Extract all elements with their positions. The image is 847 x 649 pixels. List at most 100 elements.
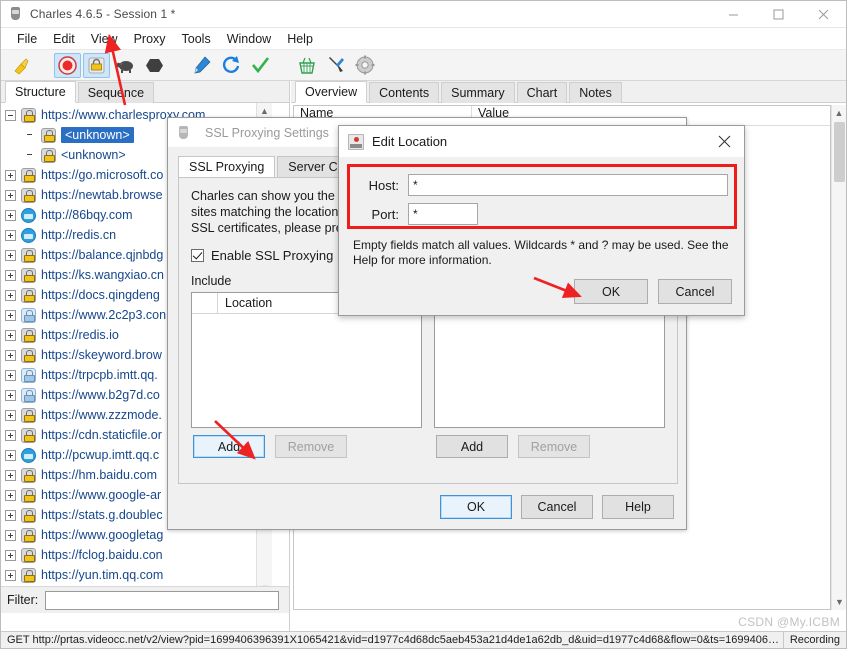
menu-help[interactable]: Help	[279, 30, 321, 48]
tree-item[interactable]: https://yun.tim.qq.com	[1, 565, 273, 585]
compose-pen-icon[interactable]	[188, 53, 215, 78]
exclude-buttons: Add Remove	[434, 435, 665, 458]
exclude-add-button[interactable]: Add	[436, 435, 508, 458]
tree-item-label: https://docs.qingdeng	[41, 288, 160, 302]
tree-item-label: https://go.microsoft.co	[41, 168, 164, 182]
expand-icon[interactable]	[5, 569, 16, 581]
ssl-proxying-icon[interactable]	[83, 52, 110, 78]
edit-cancel-button[interactable]: Cancel	[658, 279, 732, 304]
edit-location-dialog: Edit Location Host: * Port: * Empty fiel…	[338, 125, 745, 316]
tree-item-label: http://pcwup.imtt.qq.c	[41, 448, 160, 462]
expand-icon[interactable]	[5, 229, 16, 241]
include-buttons: Add Remove	[191, 435, 422, 458]
lock-icon	[21, 567, 36, 583]
lock-icon	[21, 547, 36, 563]
minimize-icon[interactable]	[711, 1, 756, 28]
expand-icon[interactable]	[5, 349, 16, 361]
menu-tools[interactable]: Tools	[174, 30, 219, 48]
tab-sequence[interactable]: Sequence	[77, 82, 155, 103]
tab-overview[interactable]: Overview	[295, 81, 368, 103]
edit-ok-button[interactable]: OK	[574, 279, 648, 304]
tree-item[interactable]: https://fclog.baidu.con	[1, 545, 273, 565]
expand-icon[interactable]	[5, 269, 16, 281]
overview-scroll-thumb[interactable]	[834, 122, 845, 182]
host-field-row: Host: *	[353, 174, 728, 196]
tree-item-label: https://www.b2g7d.co	[41, 388, 160, 402]
close-icon[interactable]	[801, 1, 846, 28]
expand-icon[interactable]	[5, 429, 16, 441]
host-input[interactable]: *	[408, 174, 728, 196]
tab-ssl-proxying[interactable]: SSL Proxying	[178, 156, 276, 177]
collapse-icon[interactable]	[5, 109, 16, 121]
expand-icon[interactable]	[5, 329, 16, 341]
lock-icon	[21, 367, 36, 383]
settings-gear-icon[interactable]	[351, 53, 378, 78]
tree-item-label: https://www.googletag	[41, 528, 164, 542]
overview-scroll-up-icon[interactable]: ▲	[832, 105, 846, 121]
edit-dialog-title: Edit Location	[372, 134, 448, 149]
tree-item-label: https://fclog.baidu.con	[41, 548, 163, 562]
stop-hexagon-icon[interactable]	[141, 53, 168, 78]
overview-scroll-down-icon[interactable]: ▼	[832, 594, 846, 610]
expand-icon[interactable]	[5, 249, 16, 261]
tree-item-label: <unknown>	[61, 127, 134, 143]
charles-vase-icon	[176, 125, 192, 141]
expand-icon[interactable]	[5, 169, 16, 181]
expand-icon[interactable]	[5, 489, 16, 501]
expand-icon[interactable]	[5, 549, 16, 561]
throttle-turtle-icon[interactable]	[112, 53, 139, 78]
expand-icon[interactable]	[5, 409, 16, 421]
expand-icon[interactable]	[5, 369, 16, 381]
expand-icon[interactable]	[5, 309, 16, 321]
tree-item-label: https://www.zzzmode.	[41, 408, 162, 422]
expand-icon[interactable]	[5, 529, 16, 541]
tree-item-label: https://yun.tim.qq.com	[41, 568, 164, 582]
tools-icon[interactable]	[322, 53, 349, 78]
ssl-dialog-footer: OK Cancel Help	[440, 495, 674, 519]
charles-vase-icon	[8, 6, 24, 22]
ssl-dialog-title: SSL Proxying Settings	[205, 125, 329, 140]
repeat-refresh-icon[interactable]	[217, 53, 244, 78]
menu-window[interactable]: Window	[219, 30, 279, 48]
expand-icon[interactable]	[5, 449, 16, 461]
expand-icon[interactable]	[5, 509, 16, 521]
tab-notes[interactable]: Notes	[569, 82, 622, 103]
record-icon[interactable]	[54, 52, 81, 78]
tab-chart[interactable]: Chart	[516, 82, 568, 103]
maximize-icon[interactable]	[756, 1, 801, 28]
include-remove-button: Remove	[275, 435, 347, 458]
lock-icon	[21, 167, 36, 183]
expand-icon[interactable]	[5, 209, 16, 221]
edit-dialog-title-bar: Edit Location	[339, 126, 744, 157]
ssl-ok-button[interactable]: OK	[440, 495, 512, 519]
tab-structure[interactable]: Structure	[5, 81, 76, 103]
expand-icon[interactable]	[5, 189, 16, 201]
menu-edit[interactable]: Edit	[45, 30, 83, 48]
validate-check-icon[interactable]	[246, 53, 273, 78]
ssl-help-button[interactable]: Help	[602, 495, 674, 519]
tab-contents[interactable]: Contents	[369, 82, 440, 103]
edit-dialog-footer: OK Cancel	[574, 279, 732, 304]
expand-icon[interactable]	[5, 389, 16, 401]
menu-view[interactable]: View	[83, 30, 126, 48]
close-icon[interactable]	[704, 126, 744, 157]
port-input[interactable]: *	[408, 203, 478, 225]
clear-broom-icon[interactable]	[7, 53, 34, 78]
include-location-column-header: Location	[225, 296, 273, 310]
expand-icon[interactable]	[5, 469, 16, 481]
expand-icon[interactable]	[5, 289, 16, 301]
menu-proxy[interactable]: Proxy	[126, 30, 174, 48]
ssl-cancel-button[interactable]: Cancel	[521, 495, 593, 519]
status-recording: Recording	[782, 631, 846, 648]
menu-file[interactable]: File	[9, 30, 45, 48]
enable-ssl-proxying-checkbox[interactable]	[191, 249, 204, 262]
include-check-column	[192, 292, 218, 314]
left-tab-strip: Structure Sequence	[1, 81, 289, 103]
filter-input[interactable]	[45, 590, 279, 610]
include-add-button[interactable]: Add	[193, 435, 265, 458]
tree-item-label: https://hm.baidu.com	[41, 468, 158, 482]
watermark: CSDN @My.ICBM	[738, 615, 840, 629]
basket-icon[interactable]	[293, 53, 320, 78]
overview-scrollbar[interactable]: ▲ ▼	[831, 105, 846, 610]
tab-summary[interactable]: Summary	[441, 82, 515, 103]
